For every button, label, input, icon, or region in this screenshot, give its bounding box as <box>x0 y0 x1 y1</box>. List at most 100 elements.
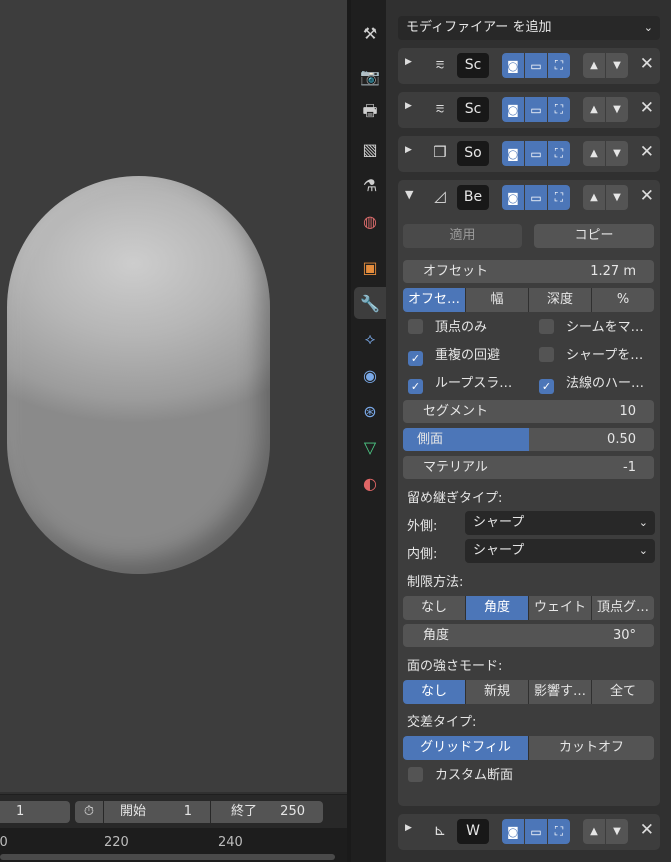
render-toggle-icon[interactable]: ⛶ <box>548 97 570 122</box>
limit-angle[interactable]: 角度 <box>466 596 529 620</box>
move-up-icon[interactable]: ▲ <box>583 97 605 122</box>
checkbox-box[interactable] <box>539 319 554 334</box>
inner-miter-dropdown[interactable]: シャープ ⌄ <box>465 539 655 563</box>
move-down-icon[interactable]: ▼ <box>606 819 628 844</box>
close-icon[interactable]: ✕ <box>640 186 654 206</box>
data-tab-icon[interactable]: ▽ <box>354 431 386 463</box>
3d-viewport[interactable] <box>0 0 347 792</box>
editmode-toggle-icon[interactable]: ◙ <box>502 141 524 166</box>
constraints-tab-icon[interactable]: ⊛ <box>354 395 386 427</box>
collapse-arrow-icon[interactable]: ▶ <box>405 57 412 67</box>
view-layer-tab-icon[interactable]: ▧ <box>354 133 386 165</box>
start-frame-field[interactable]: 開始 1 <box>104 801 210 823</box>
angle-field[interactable]: 角度 30° <box>403 624 654 647</box>
collapse-arrow-icon[interactable]: ▶ <box>405 145 412 155</box>
editmode-toggle-icon[interactable]: ◙ <box>502 819 524 844</box>
close-icon[interactable]: ✕ <box>640 820 654 840</box>
collapse-arrow-icon[interactable]: ▶ <box>405 823 412 833</box>
mark-seam-checkbox[interactable]: シームをマ… <box>539 318 644 338</box>
modifier-header-screw-1[interactable]: ▶ ⩳ Sc ◙ ▭ ⛶ ▲ ▼ ✕ <box>398 48 660 84</box>
modifier-name-field[interactable]: Sc <box>457 97 489 122</box>
width-type-percent[interactable]: % <box>592 288 654 312</box>
vertices-only-checkbox[interactable]: 頂点のみ <box>408 318 487 338</box>
viewport-toggle-icon[interactable]: ▭ <box>525 53 547 78</box>
viewport-toggle-icon[interactable]: ▭ <box>525 185 547 210</box>
world-tab-icon[interactable]: ◍ <box>354 205 386 237</box>
timeline-scrollbar[interactable] <box>0 854 335 860</box>
harden-normals-checkbox[interactable]: ✓ 法線のハー… <box>539 374 644 394</box>
width-type-offset[interactable]: オフセ… <box>403 288 466 312</box>
close-icon[interactable]: ✕ <box>640 98 654 118</box>
checkbox-box[interactable] <box>408 767 423 782</box>
material-field[interactable]: マテリアル -1 <box>403 456 654 479</box>
clamp-overlap-checkbox[interactable]: ✓ 重複の回避 <box>408 346 500 366</box>
object-tab-icon[interactable]: ▣ <box>354 251 386 283</box>
face-strength-new[interactable]: 新規 <box>466 680 529 704</box>
segments-field[interactable]: セグメント 10 <box>403 400 654 423</box>
face-strength-all[interactable]: 全て <box>592 680 654 704</box>
add-modifier-dropdown[interactable]: モディファイアー を追加 ⌄ <box>398 16 660 40</box>
material-tab-icon[interactable]: ◐ <box>354 467 386 499</box>
modifier-header-bevel[interactable]: ▼ ◿ Be ◙ ▭ ⛶ ▲ ▼ ✕ <box>398 180 660 216</box>
close-icon[interactable]: ✕ <box>640 142 654 162</box>
editmode-toggle-icon[interactable]: ◙ <box>502 97 524 122</box>
move-up-icon[interactable]: ▲ <box>583 819 605 844</box>
viewport-toggle-icon[interactable]: ▭ <box>525 97 547 122</box>
tool-tab-icon[interactable]: ⚒ <box>354 17 386 49</box>
move-up-icon[interactable]: ▲ <box>583 141 605 166</box>
particles-tab-icon[interactable]: ⟡ <box>354 323 386 355</box>
move-down-icon[interactable]: ▼ <box>606 185 628 210</box>
collapse-arrow-icon[interactable]: ▶ <box>405 101 412 111</box>
modifier-name-field[interactable]: W <box>457 819 489 844</box>
profile-slider[interactable]: 側面 0.50 <box>403 428 654 451</box>
move-up-icon[interactable]: ▲ <box>583 185 605 210</box>
move-down-icon[interactable]: ▼ <box>606 53 628 78</box>
outer-miter-dropdown[interactable]: シャープ ⌄ <box>465 511 655 535</box>
limit-weight[interactable]: ウェイト <box>529 596 592 620</box>
checkmark-icon[interactable]: ✓ <box>408 351 423 366</box>
modifier-tab-icon[interactable]: 🔧 <box>354 287 386 319</box>
apply-button[interactable]: 適用 <box>403 224 522 248</box>
render-toggle-icon[interactable]: ⛶ <box>548 185 570 210</box>
close-icon[interactable]: ✕ <box>640 54 654 74</box>
modifier-name-field[interactable]: So <box>457 141 489 166</box>
limit-none[interactable]: なし <box>403 596 466 620</box>
checkbox-box[interactable] <box>408 319 423 334</box>
viewport-toggle-icon[interactable]: ▭ <box>525 819 547 844</box>
modifier-name-field[interactable]: Be <box>457 185 489 210</box>
render-toggle-icon[interactable]: ⛶ <box>548 53 570 78</box>
current-frame-field[interactable]: 1 <box>0 801 70 823</box>
render-toggle-icon[interactable]: ⛶ <box>548 141 570 166</box>
render-toggle-icon[interactable]: ⛶ <box>548 819 570 844</box>
modifier-header-weld[interactable]: ▶ ⊾ W ◙ ▭ ⛶ ▲ ▼ ✕ <box>398 814 660 850</box>
intersection-cutoff[interactable]: カットオフ <box>529 736 654 760</box>
move-down-icon[interactable]: ▼ <box>606 97 628 122</box>
end-frame-field[interactable]: 終了 250 <box>211 801 323 823</box>
face-strength-affected[interactable]: 影響す… <box>529 680 592 704</box>
width-type-depth[interactable]: 深度 <box>529 288 592 312</box>
move-up-icon[interactable]: ▲ <box>583 53 605 78</box>
intersection-grid-fill[interactable]: グリッドフィル <box>403 736 529 760</box>
move-down-icon[interactable]: ▼ <box>606 141 628 166</box>
expand-arrow-icon[interactable]: ▼ <box>405 188 413 201</box>
physics-tab-icon[interactable]: ◉ <box>354 359 386 391</box>
viewport-toggle-icon[interactable]: ▭ <box>525 141 547 166</box>
mark-sharp-checkbox[interactable]: シャープを… <box>539 346 643 366</box>
scene-tab-icon[interactable]: ⚗ <box>354 169 386 201</box>
face-strength-none[interactable]: なし <box>403 680 466 704</box>
render-tab-icon[interactable]: 📷 <box>354 60 386 92</box>
loop-slide-checkbox[interactable]: ✓ ループスラ… <box>408 374 512 394</box>
custom-profile-checkbox[interactable]: カスタム断面 <box>408 766 513 786</box>
timeline-ruler[interactable]: 200 220 240 <box>0 828 347 862</box>
stopwatch-icon[interactable]: ⏱ <box>75 801 103 823</box>
width-type-width[interactable]: 幅 <box>466 288 529 312</box>
checkbox-box[interactable] <box>539 347 554 362</box>
capsule-mesh[interactable] <box>7 176 270 574</box>
limit-vertex-group[interactable]: 頂点グ… <box>592 596 654 620</box>
output-tab-icon[interactable]: 🖶 <box>354 97 386 129</box>
modifier-header-screw-2[interactable]: ▶ ⩳ Sc ◙ ▭ ⛶ ▲ ▼ ✕ <box>398 92 660 128</box>
checkmark-icon[interactable]: ✓ <box>408 379 423 394</box>
editmode-toggle-icon[interactable]: ◙ <box>502 185 524 210</box>
checkmark-icon[interactable]: ✓ <box>539 379 554 394</box>
editmode-toggle-icon[interactable]: ◙ <box>502 53 524 78</box>
